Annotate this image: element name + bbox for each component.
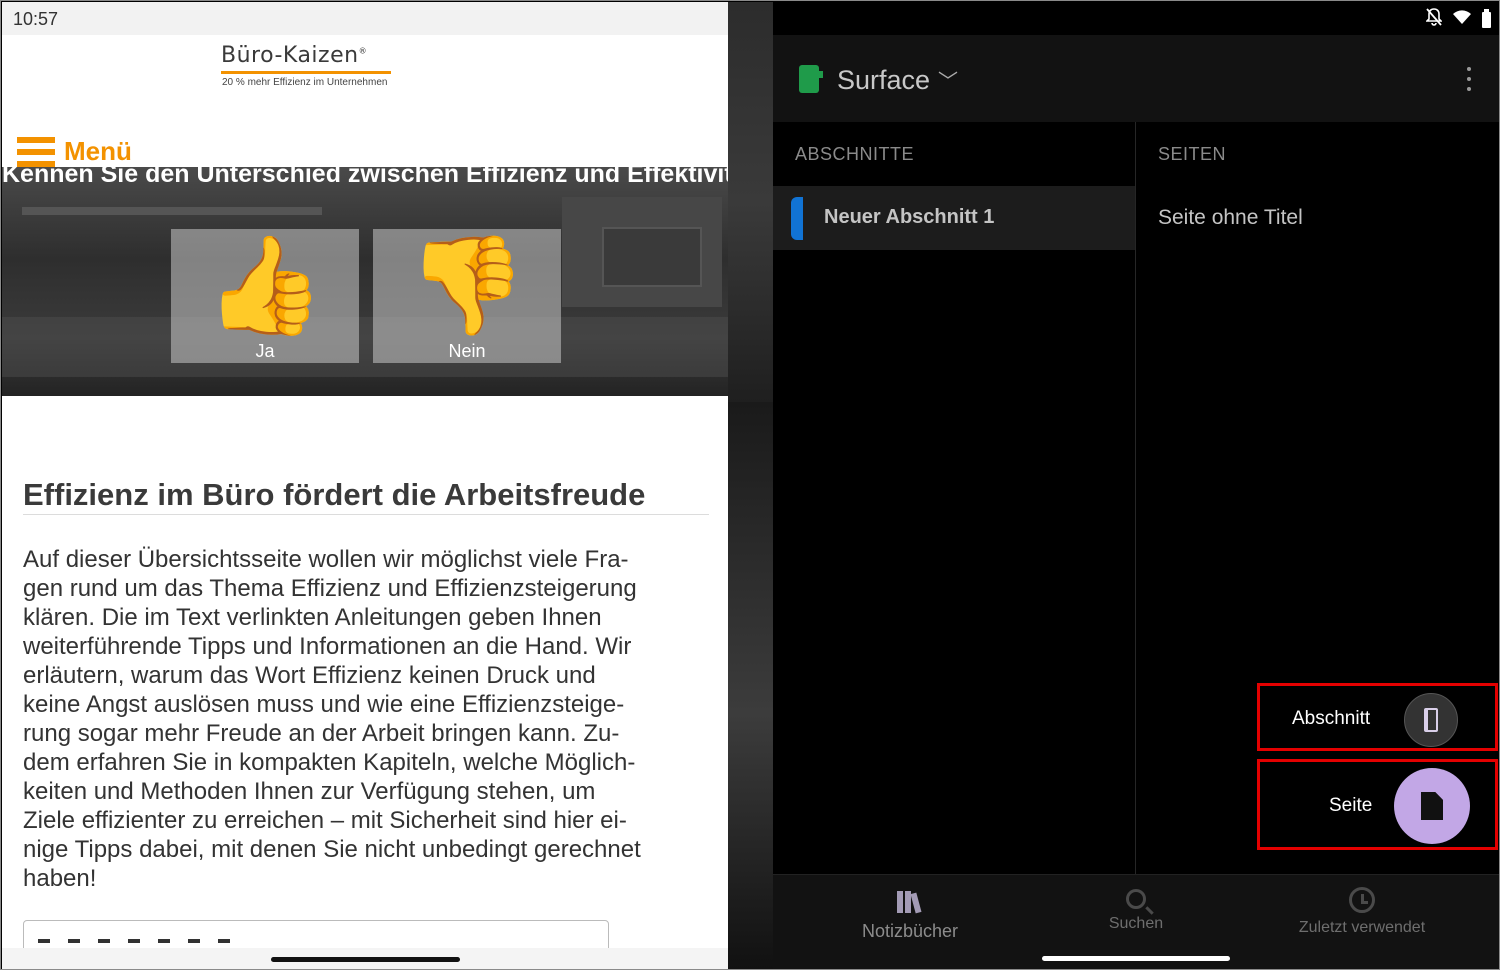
logo-underline [221,71,391,74]
article-line: rung sogar mehr Freude an der Arbeit bri… [23,720,620,747]
article-line: erläutern, warum das Wort Effizienz kein… [23,662,596,689]
add-page-button[interactable] [1394,768,1470,844]
add-page-label: Seite [1329,795,1373,816]
add-section-label: Abschnitt [1292,708,1371,729]
home-handle-right[interactable] [1042,956,1230,961]
page-icon [1421,792,1443,820]
article-line: keiten und Methoden Ihnen zur Verfügung … [23,778,596,805]
page-item[interactable]: Seite ohne Titel [1158,206,1303,230]
sections-header: ABSCHNITTE [795,144,915,164]
hero-background [2,317,728,377]
notebook-icon [799,65,823,93]
section-label: Neuer Abschnitt 1 [824,206,995,228]
vote-no-button[interactable]: 👎 Nein [373,229,561,363]
article-line: nige Tipps dabei, mit denen Sie nicht un… [23,836,641,863]
site-logo[interactable]: Büro-Kaizen® 20 % mehr Effizienz im Unte… [221,43,391,88]
nav-notebooks-label: Notizbücher [861,921,959,941]
vote-yes-button[interactable]: 👍 Ja [171,229,359,363]
split-divider[interactable] [728,2,773,969]
screen: 10:57 Büro-Kaizen® 20 % mehr Effizienz i… [0,0,1500,970]
nav-recent[interactable]: Zuletzt verwendet [1241,875,1483,955]
article-line: klären. Die im Text verlinkten Anleitung… [23,604,602,631]
section-item[interactable]: Neuer Abschnitt 1 [773,186,1135,250]
toc-heading-partial [38,939,238,943]
section-tab-icon [1424,708,1438,732]
status-icons [1425,8,1491,31]
status-bar-left: 10:57 [2,2,728,35]
vote-no-label: Nein [448,341,486,361]
menu-label: Menü [64,136,132,166]
notebook-switcher[interactable]: Surface [837,65,930,96]
article-line: gen rund um das Thema Effizienz und Effi… [23,575,637,602]
app-bar: Surface ﹀ [773,35,1499,122]
wallpaper-strip [728,402,773,969]
hamburger-icon [17,136,55,167]
pages-header: SEITEN [1158,144,1227,164]
bottom-navigation: Notizbücher Suchen Zuletzt verwendet [773,874,1499,969]
wallpaper-strip [728,2,773,402]
bell-off-icon [1425,8,1443,31]
article-line: dem erfahren Sie in kompakten Kapiteln, … [23,749,636,776]
wifi-icon [1452,9,1472,30]
title-divider [23,514,709,515]
section-color-tab [791,197,803,240]
browser-pane: 10:57 Büro-Kaizen® 20 % mehr Effizienz i… [2,2,728,969]
hero-background [22,207,322,215]
sections-column: ABSCHNITTE Neuer Abschnitt 1 [773,122,1135,874]
article-line: keine Angst auslösen muss und wie eine E… [23,691,625,718]
logo-title: Büro-Kaizen® [221,43,368,68]
menu-button[interactable]: Menü [17,136,132,167]
add-section-button[interactable] [1404,693,1458,747]
hero-question: Kennen Sie den Unterschied zwischen Effi… [2,167,728,188]
vote-yes-label: Ja [255,341,275,361]
article-body: Auf dieser Übersichtsseite wollen wir mö… [23,545,713,893]
books-icon [896,887,924,915]
thumbs-up-icon: 👍 [205,232,325,339]
more-options-icon[interactable] [1463,67,1475,91]
nav-notebooks[interactable]: Notizbücher [789,875,1031,955]
hero-background [602,227,702,287]
onenote-pane: Surface ﹀ ABSCHNITTE Neuer Abschnitt 1 S… [773,2,1499,969]
logo-tagline: 20 % mehr Effizienz im Unternehmen [222,77,388,88]
article-title: Effizienz im Büro fördert die Arbeitsfre… [23,477,646,512]
status-bar-right [773,2,1499,35]
home-handle-left[interactable] [271,957,460,962]
nav-recent-label: Zuletzt verwendet [1298,919,1426,936]
article-line: Ziele effizienter zu erreichen – mit Sic… [23,807,627,834]
clock-icon [1349,887,1375,913]
add-section-option[interactable]: Abschnitt [1257,683,1498,751]
hero-banner: Kennen Sie den Unterschied zwischen Effi… [2,167,728,396]
status-time: 10:57 [13,9,59,29]
nav-search-label: Suchen [1108,915,1164,932]
nav-search[interactable]: Suchen [1015,875,1257,955]
chevron-down-icon[interactable]: ﹀ [938,65,958,94]
thumbs-down-icon: 👎 [407,232,527,339]
search-icon [1126,889,1146,909]
battery-icon [1482,8,1491,28]
article-line: weiterführende Tipps und Informationen a… [23,633,632,660]
article-line: Auf dieser Übersichtsseite wollen wir mö… [23,546,629,573]
add-page-option[interactable]: Seite [1257,759,1498,850]
article-line: haben! [23,865,97,892]
